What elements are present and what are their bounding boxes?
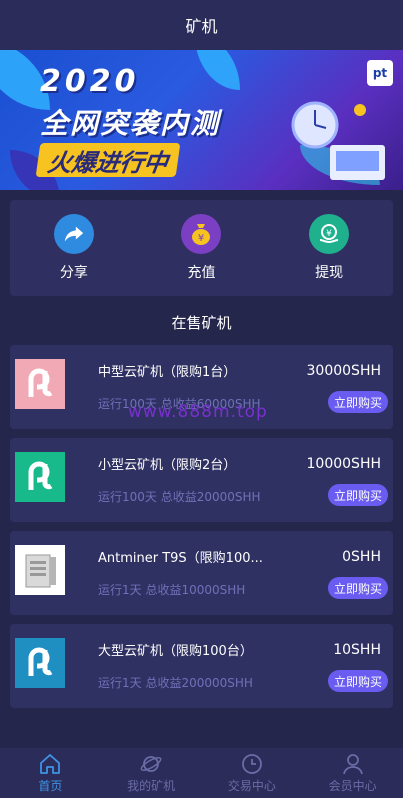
tab-label: 交易中心 bbox=[227, 778, 276, 793]
tab-label: 会员中心 bbox=[328, 778, 377, 793]
tab-my-miners[interactable]: 我的矿机 bbox=[101, 748, 202, 798]
banner-logo: pt bbox=[367, 60, 393, 86]
recharge-action[interactable]: ¥ 充值 bbox=[156, 214, 246, 282]
product-thumb-pt-logo bbox=[15, 638, 65, 688]
product-name: Antminer T9S（限购100... bbox=[98, 551, 263, 566]
miner-device-icon bbox=[25, 554, 56, 588]
clock-icon bbox=[241, 753, 262, 774]
home-icon bbox=[40, 753, 61, 774]
section-title: 在售矿机 bbox=[171, 314, 232, 332]
product-name: 中型云矿机（限购1台） bbox=[98, 365, 237, 380]
svg-text:¥: ¥ bbox=[326, 229, 332, 239]
tab-home[interactable]: 首页 bbox=[0, 748, 101, 798]
product-subtitle: 运行1天 总收益200000SHH bbox=[98, 676, 253, 690]
product-card[interactable]: Antminer T9S（限购100... 运行1天 总收益10000SHH 0… bbox=[10, 531, 393, 615]
product-price: 10SHH bbox=[333, 642, 381, 658]
user-icon bbox=[342, 753, 363, 774]
svg-text:¥: ¥ bbox=[198, 233, 204, 244]
bottom-tab-bar: 首页 我的矿机 交易中心 会员中心 bbox=[0, 748, 403, 798]
product-price: 10000SHH bbox=[306, 456, 381, 472]
share-icon bbox=[53, 214, 94, 254]
withdraw-label: 提现 bbox=[315, 265, 344, 281]
product-subtitle: 运行100天 总收益20000SHH bbox=[98, 490, 261, 504]
buy-now-button[interactable]: 立即购买 bbox=[327, 484, 388, 506]
withdraw-icon: ¥ bbox=[309, 214, 350, 254]
share-action[interactable]: 分享 bbox=[29, 214, 119, 282]
tab-label: 首页 bbox=[38, 778, 63, 793]
product-name: 大型云矿机（限购100台） bbox=[98, 644, 253, 659]
product-thumb-miner-device bbox=[15, 545, 65, 595]
promo-banner[interactable]: 2020 全网突袭内测 火爆进行中 pt bbox=[0, 50, 403, 190]
page-title: 矿机 bbox=[185, 17, 218, 36]
top-header: 矿机 bbox=[0, 0, 403, 50]
banner-headline: 全网突袭内测 bbox=[40, 107, 221, 140]
banner-year: 2020 bbox=[40, 64, 140, 99]
product-thumb-pt-logo bbox=[15, 452, 65, 502]
product-card[interactable]: 大型云矿机（限购100台） 运行1天 总收益200000SHH 10SHH 立即… bbox=[10, 624, 393, 708]
pt-logo-icon bbox=[28, 647, 53, 676]
product-card[interactable]: 小型云矿机（限购2台） 运行100天 总收益20000SHH 10000SHH … bbox=[10, 438, 393, 522]
quick-actions: 分享 ¥ 充值 ¥ 提现 bbox=[10, 200, 393, 296]
product-thumb-pt-logo bbox=[15, 359, 65, 409]
tab-label: 我的矿机 bbox=[127, 778, 176, 793]
buy-now-button[interactable]: 立即购买 bbox=[327, 670, 388, 692]
tab-member-center[interactable]: 会员中心 bbox=[302, 748, 403, 798]
tab-trading-center[interactable]: 交易中心 bbox=[202, 748, 303, 798]
buy-now-button[interactable]: 立即购买 bbox=[327, 577, 388, 599]
pt-logo-icon bbox=[28, 368, 53, 397]
product-subtitle: 运行1天 总收益10000SHH bbox=[98, 583, 246, 597]
withdraw-action[interactable]: ¥ 提现 bbox=[284, 214, 374, 282]
pt-logo-icon bbox=[28, 461, 53, 490]
clock-illustration bbox=[291, 101, 385, 180]
planet-icon bbox=[140, 755, 162, 772]
buy-now-button[interactable]: 立即购买 bbox=[327, 391, 388, 413]
product-name: 小型云矿机（限购2台） bbox=[98, 458, 237, 473]
recharge-label: 充值 bbox=[187, 265, 216, 281]
product-price: 0SHH bbox=[342, 549, 381, 565]
money-bag-icon: ¥ bbox=[181, 214, 222, 254]
leaf-decoration bbox=[195, 50, 240, 90]
product-price: 30000SHH bbox=[306, 363, 381, 379]
watermark: www.888m.top bbox=[128, 402, 268, 422]
banner-tagline: 火爆进行中 bbox=[35, 143, 181, 177]
share-label: 分享 bbox=[59, 265, 88, 281]
